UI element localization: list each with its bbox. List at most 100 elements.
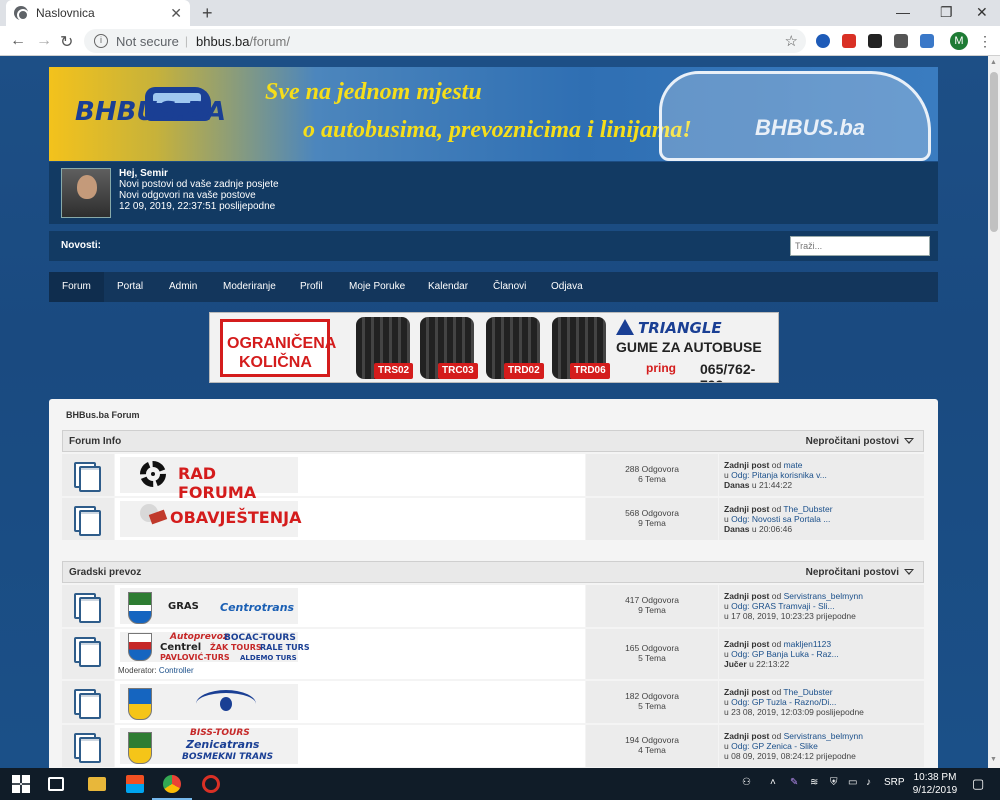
new-posts-link[interactable]: Novi postovi od vaše zadnje posjete (119, 179, 279, 190)
shield-icon[interactable]: ⛨ (830, 777, 838, 788)
bookmark-star-icon[interactable]: ☆ (785, 32, 798, 50)
chevron-down-icon[interactable] (904, 569, 914, 575)
last-post-user[interactable]: mate (784, 460, 803, 470)
scroll-down-icon[interactable]: ▼ (990, 756, 997, 763)
nav-odjava[interactable]: Odjava (538, 272, 596, 302)
last-post-label: Zadnji post (724, 504, 770, 514)
task-view-icon[interactable] (48, 777, 64, 791)
operator-logo: BOCAC-TOURS (224, 633, 296, 643)
page-scrollbar[interactable]: ▲ ▼ (988, 56, 1000, 768)
last-post-topic[interactable]: Odg: Novosti sa Portala ... (731, 514, 830, 524)
back-icon[interactable]: ← (10, 32, 26, 50)
nav-kalendar[interactable]: Kalendar (415, 272, 481, 302)
windows-start-icon[interactable] (12, 775, 30, 793)
board-image-banja-luka[interactable]: Autoprevoz BOCAC-TOURS Centrel ŽAK TOURS… (120, 632, 310, 662)
input-language[interactable]: SRP (884, 777, 905, 788)
nav-portal[interactable]: Portal (104, 272, 156, 302)
terminal-extension-icon[interactable] (868, 34, 882, 48)
last-post-topic[interactable]: Odg: GP Banja Luka - Raz... (731, 649, 839, 659)
last-post-user[interactable]: makljen1123 (784, 639, 832, 649)
browser-tab[interactable]: Naslovnica ✕ (6, 0, 190, 26)
last-post-user[interactable]: Servistrans_belmynn (784, 731, 863, 741)
board-image-sarajevo[interactable]: GRAS Centrotrans (120, 588, 298, 624)
last-post-user[interactable]: Servistrans_belmynn (784, 591, 863, 601)
notification-icon[interactable]: ▢ (972, 776, 984, 792)
last-post-topic[interactable]: Odg: Pitanja korisnika v... (731, 470, 827, 480)
file-explorer-icon[interactable] (88, 777, 106, 791)
reload-icon[interactable]: ↻ (60, 32, 73, 52)
last-post: Zadnji post od mate u Odg: Pitanja koris… (724, 460, 827, 490)
new-tab-button[interactable]: + (202, 3, 213, 24)
last-post-time: u 23 08, 2019, 12:03:09 poslijepodne (724, 707, 864, 717)
search-input[interactable] (790, 236, 930, 256)
pen-icon[interactable]: ✎ (790, 777, 798, 788)
media-extension-icon[interactable] (842, 34, 856, 48)
scroll-up-icon[interactable]: ▲ (990, 59, 997, 66)
scroll-thumb[interactable] (990, 72, 998, 232)
site-banner[interactable]: BHBUS.BA Sve na jednom mjestu o autobusi… (49, 67, 938, 161)
board-image-tuzla[interactable] (120, 684, 298, 720)
last-post-topic[interactable]: Odg: GP Tuzla - Razno/Di... (731, 697, 836, 707)
category-header[interactable]: Forum Info Nepročitani postovi (62, 430, 924, 452)
url-field[interactable]: i Not secure | bhbus.ba/forum/ ☆ (84, 29, 806, 53)
topics-count: 5 Tema (638, 653, 666, 663)
advert-banner[interactable]: OGRANIČENA KOLIČNA TRS02 TRC03 TRD02 TRD… (209, 312, 779, 383)
last-post-label: Zadnji post (724, 460, 770, 470)
board-image-rad-foruma[interactable]: RAD FORUMA (120, 457, 298, 502)
unread-posts-link[interactable]: Nepročitani postovi (806, 436, 899, 447)
nav-admin[interactable]: Admin (156, 272, 210, 302)
not-secure-label: Not secure (116, 33, 179, 49)
category-title[interactable]: Forum Info (69, 436, 121, 447)
replies-count: 288 Odgovora (625, 464, 679, 474)
info-icon[interactable]: i (94, 34, 108, 48)
news-label: Novosti: (61, 240, 101, 251)
tire-label: TRD02 (504, 363, 544, 379)
category-header[interactable]: Gradski prevoz Nepročitani postovi (62, 561, 924, 583)
last-post-user[interactable]: The_Dubster (783, 687, 832, 697)
last-post-user[interactable]: The_Dubster (783, 504, 832, 514)
restore-icon[interactable]: ❐ (940, 4, 953, 21)
operator-logo: BOSMEKNI TRANS (182, 752, 274, 762)
chrome-icon[interactable] (163, 775, 181, 793)
replies-count: 568 Odgovora (625, 508, 679, 518)
tray-chevron-icon[interactable]: ˄ (770, 777, 776, 788)
user-avatar[interactable] (61, 168, 111, 218)
moderator-link[interactable]: Controller (159, 666, 194, 675)
chevron-down-icon[interactable] (904, 438, 914, 444)
chat-extension-icon[interactable] (816, 34, 830, 48)
new-replies-link[interactable]: Novi odgovori na vaše postove (119, 190, 279, 201)
people-icon[interactable]: ⚇ (742, 777, 751, 788)
last-post-label: Zadnji post (724, 591, 770, 601)
banner-bus-logo: BHBUS.ba (755, 115, 866, 140)
profile-avatar[interactable]: M (950, 32, 968, 50)
tools-extension-icon[interactable] (920, 34, 934, 48)
browser-menu-icon[interactable]: ⋮ (978, 33, 992, 50)
unread-posts-link[interactable]: Nepročitani postovi (806, 567, 899, 578)
monitor-icon[interactable]: ▭ (848, 777, 857, 788)
volume-icon[interactable]: ♪ (866, 777, 871, 788)
minimize-icon[interactable]: — (896, 4, 910, 20)
nav-profil[interactable]: Profil (287, 272, 336, 302)
operator-logo: Zenicatrans (186, 738, 260, 751)
window-close-icon[interactable]: ✕ (976, 4, 988, 21)
board-image-obavjestenja[interactable]: OBAVJEŠTENJA (120, 501, 301, 537)
breadcrumb[interactable]: BHBus.ba Forum (66, 410, 140, 420)
app-icon[interactable] (202, 775, 220, 793)
nav-forum[interactable]: Forum (49, 272, 104, 302)
nav-moderiranje[interactable]: Moderiranje (210, 272, 289, 302)
network-icon[interactable]: ≋ (810, 777, 818, 788)
store-icon[interactable] (126, 775, 144, 793)
system-clock[interactable]: 10:38 PM 9/12/2019 (905, 771, 965, 797)
last-post-topic[interactable]: Odg: GP Zenica - Slike (731, 741, 818, 751)
board-image-zenica[interactable]: BISS-TOURS Zenicatrans BOSMEKNI TRANS (120, 728, 298, 764)
operator-logo: RALE TURS (260, 643, 310, 652)
last-post-topic[interactable]: Odg: GRAS Tramvaji - Sli... (731, 601, 834, 611)
replies-count: 194 Odgovora (625, 735, 679, 745)
puzzle-extension-icon[interactable] (894, 34, 908, 48)
nav-clanovi[interactable]: Članovi (480, 272, 539, 302)
board-stats: 417 Odgovora 9 Tema (586, 595, 718, 615)
close-icon[interactable]: ✕ (170, 5, 182, 22)
forward-icon[interactable]: → (36, 32, 52, 50)
nav-moje-poruke[interactable]: Moje Poruke (336, 272, 418, 302)
category-title[interactable]: Gradski prevoz (69, 567, 141, 578)
